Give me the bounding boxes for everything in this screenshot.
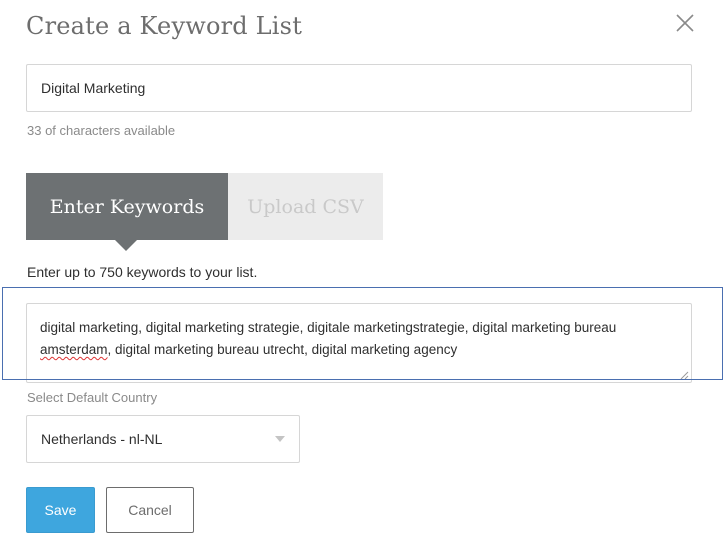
create-keyword-list-dialog: Create a Keyword List 33 of characters a… [0, 0, 726, 533]
country-select[interactable]: Netherlands - nl-NL [26, 415, 300, 463]
keywords-instruction: Enter up to 750 keywords to your list. [27, 264, 258, 280]
keywords-textarea[interactable]: digital marketing, digital marketing str… [26, 303, 692, 383]
keywords-text-after: , digital marketing bureau utrecht, digi… [107, 342, 458, 357]
tab-enter-keywords[interactable]: Enter Keywords [26, 173, 228, 251]
chevron-down-icon [275, 436, 285, 442]
characters-available-hint: 33 of characters available [27, 123, 176, 138]
close-button[interactable] [670, 8, 700, 38]
tab-enter-keywords-label: Enter Keywords [49, 195, 205, 218]
list-name-input[interactable] [26, 64, 692, 112]
country-selected-value: Netherlands - nl-NL [41, 431, 163, 447]
country-label: Select Default Country [27, 390, 158, 405]
close-icon [676, 14, 694, 32]
dialog-title: Create a Keyword List [26, 12, 303, 40]
misspelled-word: amsterdam [40, 342, 108, 357]
input-method-tabs: Enter Keywords Upload CSV [26, 173, 383, 251]
keywords-text-before: digital marketing, digital marketing str… [40, 320, 617, 335]
tab-upload-csv-label: Upload CSV [247, 195, 364, 218]
tab-upload-csv[interactable]: Upload CSV [228, 173, 383, 240]
save-button[interactable]: Save [26, 487, 95, 533]
cancel-button[interactable]: Cancel [106, 487, 194, 533]
resize-grip-icon[interactable] [680, 371, 689, 380]
